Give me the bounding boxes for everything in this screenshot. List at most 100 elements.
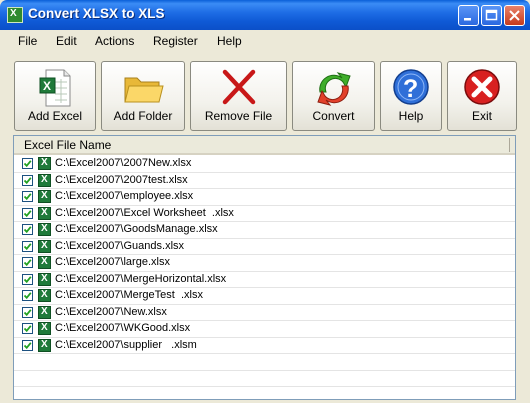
list-item[interactable]: X C:\Excel2007\Guands.xlsx — [14, 239, 515, 255]
close-icon — [509, 10, 520, 21]
minimize-button[interactable] — [458, 5, 479, 26]
header-divider — [509, 138, 510, 152]
app-window: X Convert XLSX to XLS File Edit Actions … — [0, 0, 530, 403]
check-icon — [23, 209, 32, 217]
excel-file-icon: X — [38, 157, 51, 170]
list-item[interactable]: X C:\Excel2007\2007test.xlsx — [14, 173, 515, 189]
excel-file-icon: X — [38, 173, 51, 187]
file-path: C:\Excel2007\MergeHorizontal.xlsx — [55, 272, 227, 285]
excel-file-icon: X — [38, 289, 51, 302]
checkbox[interactable] — [22, 290, 33, 301]
check-icon — [23, 308, 32, 316]
add-folder-button[interactable]: Add Folder — [101, 61, 185, 131]
close-button[interactable] — [504, 5, 525, 26]
folder-icon — [124, 77, 164, 103]
checkbox[interactable] — [22, 323, 33, 334]
checkbox[interactable] — [22, 158, 33, 169]
check-icon — [23, 292, 32, 300]
list-item[interactable]: X C:\Excel2007\MergeTest .xlsx — [14, 288, 515, 305]
menu-help[interactable]: Help — [217, 34, 242, 48]
convert-arrows-icon — [316, 72, 351, 106]
add-excel-label: Add Excel — [27, 109, 83, 123]
maximize-icon — [485, 9, 498, 21]
check-icon — [23, 176, 32, 184]
remove-x-icon — [222, 69, 255, 105]
remove-file-label: Remove File — [204, 109, 273, 123]
excel-file-icon: X — [38, 272, 51, 286]
checkbox[interactable] — [22, 174, 33, 186]
list-item[interactable]: X C:\Excel2007\Excel Worksheet .xlsx — [14, 206, 515, 222]
list-item[interactable]: X C:\Excel2007\GoodsManage.xlsx — [14, 222, 515, 239]
list-item[interactable]: X C:\Excel2007\large.xlsx — [14, 255, 515, 272]
file-path: C:\Excel2007\employee.xlsx — [55, 190, 194, 202]
file-path: C:\Excel2007\WKGood.xlsx — [55, 322, 191, 334]
file-path: C:\Excel2007\2007New.xlsx — [55, 157, 192, 169]
menu-file[interactable]: File — [18, 34, 37, 48]
file-path: C:\Excel2007\supplier .xlsm — [55, 338, 197, 351]
check-icon — [23, 193, 32, 201]
list-item[interactable]: X C:\Excel2007\MergeHorizontal.xlsx — [14, 272, 515, 288]
file-path: C:\Excel2007\Guands.xlsx — [55, 239, 185, 252]
checkbox[interactable] — [22, 306, 33, 318]
file-rows: X C:\Excel2007\2007New.xlsx X C:\Excel2007\… — [14, 156, 515, 403]
help-label: Help — [398, 109, 424, 123]
checkbox[interactable] — [22, 240, 33, 252]
window-title: Convert XLSX to XLS — [28, 6, 165, 21]
svg-text:X: X — [43, 79, 51, 93]
checkbox[interactable] — [22, 257, 33, 268]
excel-file-icon: X — [38, 239, 51, 253]
toolbar: X Add Excel Add Folder Remove File Conve… — [0, 52, 530, 132]
check-icon — [23, 325, 32, 333]
title-bar[interactable]: X Convert XLSX to XLS — [0, 0, 530, 30]
add-excel-button[interactable]: X Add Excel — [14, 61, 96, 131]
convert-button[interactable]: Convert — [292, 61, 375, 131]
excel-file-icon: X — [38, 322, 51, 335]
checkbox[interactable] — [22, 273, 33, 285]
list-item[interactable]: X C:\Excel2007\supplier .xlsm — [14, 338, 515, 354]
exit-label: Exit — [471, 109, 492, 123]
help-question-icon: ? — [393, 69, 429, 105]
convert-label: Convert — [312, 109, 355, 123]
check-icon — [23, 226, 32, 234]
checkbox[interactable] — [22, 224, 33, 235]
list-header[interactable]: Excel File Name — [14, 136, 515, 155]
excel-file-icon: X — [38, 338, 51, 352]
checkbox[interactable] — [22, 339, 33, 351]
check-icon — [23, 242, 32, 250]
file-path: C:\Excel2007\Excel Worksheet .xlsx — [55, 206, 234, 219]
add-folder-label: Add Folder — [113, 109, 173, 123]
list-item[interactable]: X C:\Excel2007\employee.xlsx — [14, 189, 515, 206]
minimize-icon — [464, 18, 471, 21]
list-item[interactable]: X C:\Excel2007\WKGood.xlsx — [14, 321, 515, 338]
empty-row — [14, 354, 515, 371]
checkbox[interactable] — [22, 191, 33, 202]
app-icon: X — [7, 7, 23, 23]
remove-file-button[interactable]: Remove File — [190, 61, 287, 131]
file-path: C:\Excel2007\2007test.xlsx — [55, 173, 188, 186]
checkbox[interactable] — [22, 207, 33, 219]
exit-x-icon — [464, 69, 500, 105]
maximize-button[interactable] — [481, 5, 502, 26]
check-icon — [23, 341, 32, 349]
excel-file-icon: X — [38, 256, 51, 269]
menu-bar: File Edit Actions Register Help — [0, 30, 530, 52]
excel-file-icon: X — [39, 69, 71, 107]
check-icon — [23, 259, 32, 267]
menu-register[interactable]: Register — [153, 34, 198, 48]
excel-file-icon: X — [38, 190, 51, 203]
check-icon — [23, 160, 32, 168]
file-path: C:\Excel2007\large.xlsx — [55, 256, 170, 268]
list-item[interactable]: X C:\Excel2007\New.xlsx — [14, 305, 515, 321]
menu-actions[interactable]: Actions — [95, 34, 134, 48]
excel-file-icon: X — [38, 223, 51, 236]
file-path: C:\Excel2007\New.xlsx — [55, 305, 167, 318]
menu-edit[interactable]: Edit — [56, 34, 77, 48]
help-button[interactable]: ? Help — [380, 61, 442, 131]
file-list[interactable]: Excel File Name X C:\Excel2007\2007New.xl… — [13, 135, 516, 403]
column-header-file-name[interactable]: Excel File Name — [24, 138, 111, 152]
file-path: C:\Excel2007\GoodsManage.xlsx — [55, 223, 218, 235]
list-item[interactable]: X C:\Excel2007\2007New.xlsx — [14, 156, 515, 173]
excel-file-icon: X — [38, 206, 51, 220]
excel-file-icon: X — [38, 305, 51, 319]
exit-button[interactable]: Exit — [447, 61, 517, 131]
